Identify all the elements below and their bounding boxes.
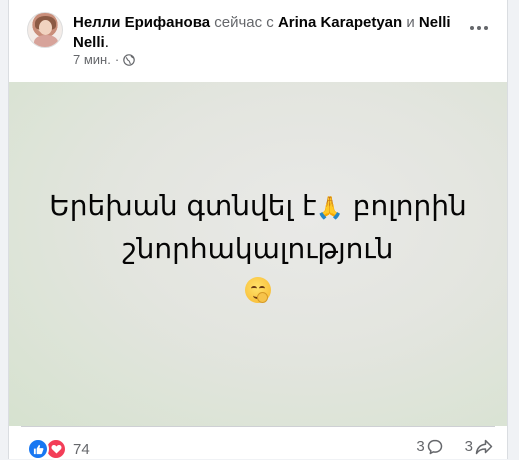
header-period: .: [104, 34, 109, 51]
post-text-line-2: շնորհակալություն: [122, 231, 394, 265]
engagement-stats: 3 3: [416, 438, 493, 455]
shares-stat[interactable]: 3: [465, 438, 493, 455]
thumb-up-glyph: [33, 444, 43, 454]
praying-hands-emoji: 🙏: [316, 195, 344, 221]
post-text: Երեխան գտնվել է🙏 բոլորին շնորհակալությու…: [49, 186, 467, 269]
reactions-summary[interactable]: 74: [27, 438, 90, 460]
comments-count: 3: [416, 438, 425, 455]
tagged-user-2[interactable]: Nelli: [419, 14, 451, 31]
emoji-hand: [257, 291, 268, 303]
comments-stat[interactable]: 3: [416, 438, 442, 455]
emoji-eye-left: [251, 285, 257, 291]
post-card: Нелли Ерифанова сейчас с Arina Karapetya…: [8, 0, 508, 460]
avatar-face: [39, 20, 52, 35]
tagged-user-2-surname[interactable]: Nelli: [73, 34, 105, 51]
emoji-eye-right: [259, 285, 265, 291]
face-with-hand-over-mouth-icon: [245, 276, 271, 303]
more-options-button[interactable]: [465, 16, 493, 40]
dot: [477, 26, 481, 30]
dot: [484, 26, 488, 30]
shares-count: 3: [464, 438, 473, 455]
like-icon: [27, 438, 49, 460]
post-action-text: сейчас с: [214, 14, 274, 31]
globe-icon[interactable]: [123, 53, 135, 66]
post-header-line2: Nelli.: [73, 33, 109, 52]
share-icon: [475, 439, 493, 454]
avatar-body: [34, 35, 58, 47]
conjunction-text: и: [406, 14, 415, 31]
post-header: Нелли Ерифанова сейчас с Arina Karapetya…: [73, 13, 463, 32]
post-time[interactable]: 7 мин.: [73, 52, 111, 67]
heart-glyph: [50, 445, 62, 454]
post-text-part-2: բոլորին: [343, 188, 467, 222]
post-meta: 7 мин. ·: [73, 52, 135, 67]
author-avatar[interactable]: [27, 12, 63, 48]
reaction-count[interactable]: 74: [73, 441, 90, 458]
post-text-part-1: Երեխան գտնվել է: [49, 188, 317, 222]
post-text-line-1: Երեխան գտնվել է🙏 բոլորին: [49, 186, 467, 229]
footer-divider: [21, 426, 495, 427]
dot: [470, 26, 474, 30]
comment-icon: [427, 439, 442, 454]
tagged-user-1[interactable]: Arina Karapetyan: [278, 14, 402, 31]
post-content-background: Երեխան գտնվել է🙏 բոլորին շնորհակալությու…: [9, 82, 507, 426]
author-name[interactable]: Нелли Ерифанова: [73, 14, 210, 31]
meta-separator: ·: [114, 52, 120, 67]
